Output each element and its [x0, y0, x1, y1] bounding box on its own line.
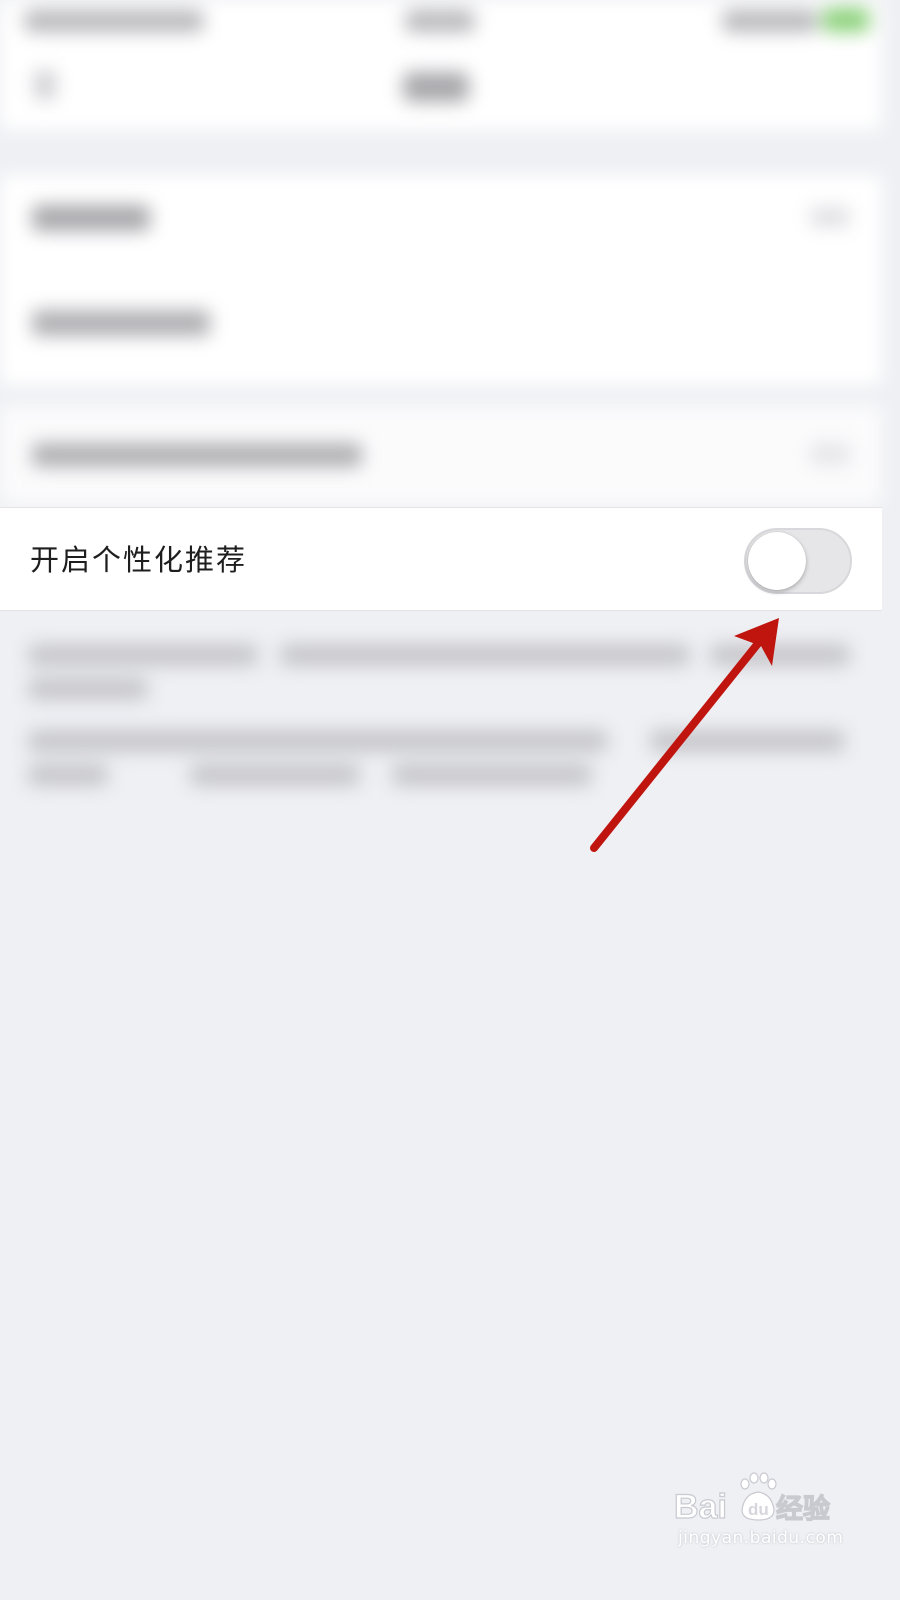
toggle-knob — [748, 532, 806, 590]
watermark-url: jingyan.baidu.com — [678, 1528, 844, 1548]
blurred-description-text — [0, 612, 882, 832]
blurred-setting-row-3-label — [32, 443, 362, 467]
blurred-settings-group — [0, 175, 882, 385]
blurred-nav-title — [403, 72, 469, 102]
blurred-status-time — [405, 10, 475, 32]
blurred-setting-row-2 — [32, 310, 210, 336]
watermark-logo-text-jingyan: 经验 — [776, 1493, 830, 1525]
blurred-row-1-arrow-icon — [810, 207, 850, 227]
blurred-row-3-arrow-icon — [810, 443, 850, 465]
blurred-text-line — [392, 764, 592, 786]
watermark-logo-text-du: du — [748, 1500, 769, 1519]
blurred-back-icon — [34, 70, 56, 100]
blurred-status-signal — [722, 10, 818, 32]
blurred-text-line — [190, 764, 360, 786]
personalized-recommendation-toggle[interactable] — [744, 528, 852, 594]
personalized-recommendation-row: 开启个性化推荐 — [0, 507, 882, 611]
blurred-setting-row-1 — [32, 205, 150, 231]
blurred-text-line — [710, 644, 850, 666]
personalized-recommendation-label: 开启个性化推荐 — [30, 543, 248, 577]
watermark-logo-text-bai: Bai — [674, 1488, 727, 1526]
blurred-settings-row-3 — [0, 405, 882, 505]
baidu-paw-logo: Bai 经验 du — [673, 1472, 831, 1527]
blurred-header — [0, 0, 882, 130]
blurred-battery-icon — [822, 8, 870, 32]
blurred-status-left — [24, 10, 204, 32]
blurred-text-line — [28, 678, 148, 700]
blurred-text-line — [650, 730, 845, 752]
baidu-jingyan-watermark: Bai 经验 du jingyan.baidu.com — [672, 1470, 844, 1560]
blurred-text-line — [28, 730, 608, 752]
blurred-text-line — [28, 764, 108, 786]
blurred-text-line — [280, 644, 690, 666]
blurred-text-line — [28, 644, 258, 666]
